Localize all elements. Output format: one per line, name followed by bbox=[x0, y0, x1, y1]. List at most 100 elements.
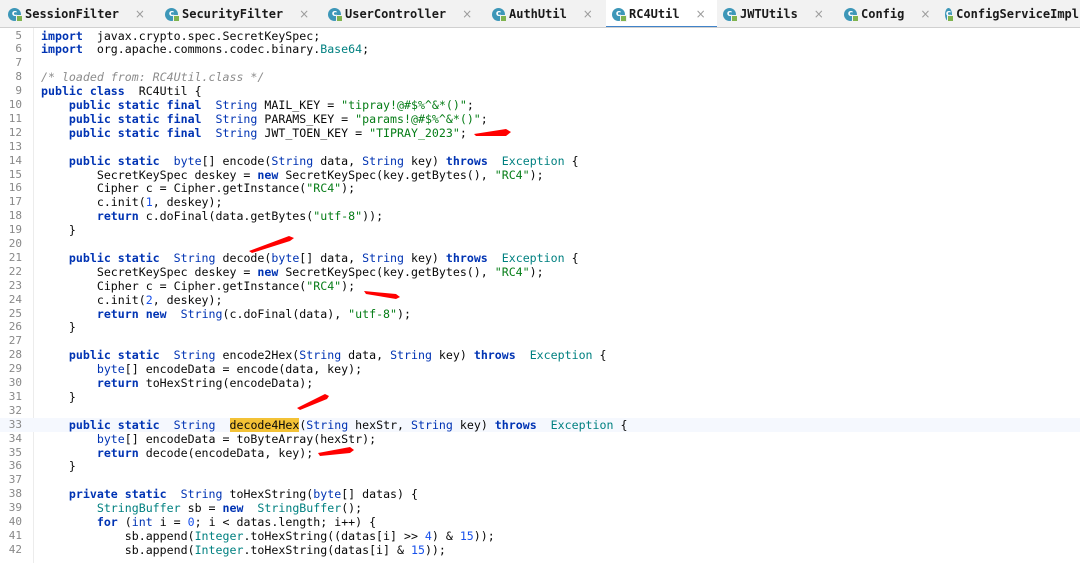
line-number: 15 bbox=[8, 167, 22, 181]
code-line[interactable]: 24 c.init(2, deskey); bbox=[0, 293, 1080, 307]
close-icon[interactable]: × bbox=[583, 7, 593, 21]
tab-sessionfilter[interactable]: c SessionFilter × bbox=[2, 0, 159, 27]
tab-usercontroller[interactable]: c UserController × bbox=[322, 0, 486, 27]
code-token: 15 bbox=[410, 542, 425, 557]
code-token: Integer bbox=[194, 528, 244, 543]
code-line[interactable]: 17 c.init(1, deskey); bbox=[0, 195, 1080, 209]
code-token: SecretKeySpec deskey = bbox=[41, 167, 258, 182]
code-token: new bbox=[222, 501, 244, 516]
code-line[interactable]: 26 } bbox=[0, 320, 1080, 334]
close-icon[interactable]: × bbox=[135, 7, 145, 21]
code-text: public static byte[] encode(String data,… bbox=[41, 154, 579, 168]
code-text: Cipher c = Cipher.getInstance("RC4"); bbox=[41, 279, 355, 293]
code-token: return bbox=[96, 209, 139, 224]
code-line[interactable]: 20 bbox=[0, 237, 1080, 251]
code-line[interactable]: 16 Cipher c = Cipher.getInstance("RC4"); bbox=[0, 181, 1080, 195]
line-number: 41 bbox=[8, 528, 22, 542]
tab-rc4util[interactable]: c RC4Util × bbox=[606, 0, 717, 27]
code-line[interactable]: 39 StringBuffer sb = new StringBuffer(); bbox=[0, 501, 1080, 515]
close-icon[interactable]: × bbox=[462, 7, 472, 21]
code-line[interactable]: 5 import javax.crypto.spec.SecretKeySpec; bbox=[0, 29, 1080, 43]
code-text: SecretKeySpec deskey = new SecretKeySpec… bbox=[41, 168, 544, 182]
code-text: return decode(encodeData, key); bbox=[41, 446, 313, 460]
code-line[interactable]: 27 bbox=[0, 334, 1080, 348]
code-text: } bbox=[41, 223, 76, 237]
code-line[interactable]: 25 return new String(c.doFinal(data), "u… bbox=[0, 307, 1080, 321]
code-token: String bbox=[173, 348, 216, 363]
code-line[interactable]: 19 } bbox=[0, 223, 1080, 237]
code-line[interactable]: 36 } bbox=[0, 459, 1080, 473]
code-line[interactable]: 35 return decode(encodeData, key); bbox=[0, 446, 1080, 460]
code-token: key) bbox=[404, 250, 446, 265]
tab-authutil[interactable]: c AuthUtil × bbox=[486, 0, 606, 27]
code-token: "utf-8" bbox=[313, 209, 363, 224]
tab-config[interactable]: c Config × bbox=[838, 0, 939, 27]
code-line[interactable]: 42 sb.append(Integer.toHexString(datas[i… bbox=[0, 543, 1080, 557]
code-line[interactable]: 13 bbox=[0, 140, 1080, 154]
code-line[interactable]: 12 public static final String JWT_TOEN_K… bbox=[0, 126, 1080, 140]
code-token: ); bbox=[397, 306, 411, 321]
code-line[interactable]: 34 byte[] encodeData = toByteArray(hexSt… bbox=[0, 432, 1080, 446]
code-line[interactable]: 40 for (int i = 0; i < datas.length; i++… bbox=[0, 515, 1080, 529]
tab-label: Config bbox=[861, 7, 905, 21]
code-line[interactable]: 10 public static final String MAIL_KEY =… bbox=[0, 98, 1080, 112]
code-token: "utf-8" bbox=[348, 306, 398, 321]
code-text: /* loaded from: RC4Util.class */ bbox=[41, 70, 264, 84]
close-icon[interactable]: × bbox=[814, 7, 824, 21]
code-line[interactable]: 11 public static final String PARAMS_KEY… bbox=[0, 112, 1080, 126]
code-line[interactable]: 30 return toHexString(encodeData); bbox=[0, 376, 1080, 390]
code-line[interactable]: 7 bbox=[0, 56, 1080, 70]
code-token: String bbox=[215, 98, 258, 112]
code-line[interactable]: 33 public static String decode4Hex(Strin… bbox=[0, 417, 1080, 432]
line-number: 16 bbox=[8, 181, 22, 195]
code-token: c.init( bbox=[41, 195, 146, 210]
code-line[interactable]: 18 return c.doFinal(data.getBytes("utf-8… bbox=[0, 209, 1080, 223]
code-token: (); bbox=[341, 501, 363, 516]
code-text: sb.append(Integer.toHexString((datas[i] … bbox=[41, 529, 495, 543]
code-line[interactable]: 31 } bbox=[0, 390, 1080, 404]
code-token: int bbox=[131, 515, 153, 529]
code-line[interactable]: 29 byte[] encodeData = encode(data, key)… bbox=[0, 362, 1080, 376]
code-token: 1 bbox=[145, 195, 153, 210]
code-line[interactable]: 23 Cipher c = Cipher.getInstance("RC4"); bbox=[0, 279, 1080, 293]
code-line[interactable]: 21 public static String decode(byte[] da… bbox=[0, 251, 1080, 265]
code-token: ); bbox=[529, 167, 544, 182]
code-token: Cipher c = Cipher.getInstance( bbox=[41, 181, 307, 196]
code-token: [] datas) { bbox=[341, 487, 418, 502]
code-text: public static String decode4Hex(String h… bbox=[41, 417, 627, 432]
code-token: org.apache.commons.codec.binary. bbox=[82, 42, 321, 57]
code-token: .toHexString(datas[i] & bbox=[243, 542, 411, 557]
code-token: SecretKeySpec(key.getBytes(), bbox=[278, 264, 495, 279]
code-line[interactable]: 15 SecretKeySpec deskey = new SecretKeyS… bbox=[0, 168, 1080, 182]
tab-configserviceimpl[interactable]: c ConfigServiceImpl bbox=[939, 0, 1079, 27]
code-line[interactable]: 32 bbox=[0, 404, 1080, 418]
code-token: return bbox=[96, 445, 139, 460]
code-editor[interactable]: 5 import javax.crypto.spec.SecretKeySpec;… bbox=[0, 28, 1080, 563]
code-line[interactable]: 37 bbox=[0, 473, 1080, 487]
code-line[interactable]: 22 SecretKeySpec deskey = new SecretKeyS… bbox=[0, 265, 1080, 279]
close-icon[interactable]: × bbox=[696, 7, 706, 21]
code-token: data, bbox=[341, 348, 391, 363]
code-line[interactable]: 9 public class RC4Util { bbox=[0, 84, 1080, 98]
code-token: Exception bbox=[550, 417, 614, 432]
close-icon[interactable]: × bbox=[920, 7, 930, 21]
code-line[interactable]: 6 import org.apache.commons.codec.binary.… bbox=[0, 42, 1080, 56]
code-line[interactable]: 38 private static String toHexString(byt… bbox=[0, 487, 1080, 501]
code-line[interactable]: 28 public static String encode2Hex(Strin… bbox=[0, 348, 1080, 362]
code-line[interactable]: 8 /* loaded from: RC4Util.class */ bbox=[0, 70, 1080, 84]
tab-jwtutils[interactable]: c JWTUtils × bbox=[717, 0, 838, 27]
tab-securityfilter[interactable]: c SecurityFilter × bbox=[159, 0, 322, 27]
code-line[interactable]: 41 sb.append(Integer.toHexString((datas[… bbox=[0, 529, 1080, 543]
code-token: Exception bbox=[529, 348, 593, 363]
code-text: StringBuffer sb = new StringBuffer(); bbox=[41, 501, 362, 515]
code-line[interactable]: 14 public static byte[] encode(String da… bbox=[0, 154, 1080, 168]
code-text: } bbox=[41, 320, 76, 334]
code-text: import org.apache.commons.codec.binary.B… bbox=[41, 42, 369, 56]
close-icon[interactable]: × bbox=[299, 7, 309, 21]
code-token: return bbox=[96, 376, 139, 390]
